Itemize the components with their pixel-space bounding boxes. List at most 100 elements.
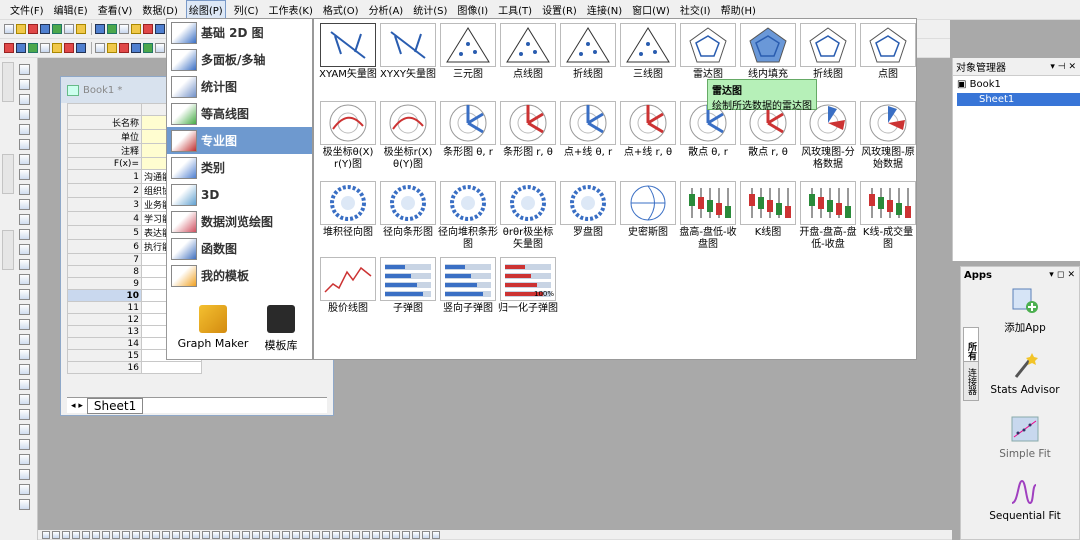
toolbar-button-icon[interactable] (95, 43, 105, 53)
toolbar-button-icon[interactable] (162, 530, 170, 539)
menu-item[interactable]: 统计(S) (411, 1, 449, 18)
row-number[interactable]: 8 (67, 265, 142, 278)
toolbar-button-icon[interactable] (402, 530, 410, 539)
row-number[interactable]: 4 (67, 211, 142, 226)
toolbar-button-icon[interactable] (40, 43, 50, 53)
tool-button-icon[interactable] (19, 139, 30, 150)
toolbar-button-icon[interactable] (372, 530, 380, 539)
tool-button-icon[interactable] (19, 319, 30, 330)
plot-type-item[interactable]: 100% 归一化子弹图 (498, 257, 558, 315)
plot-type-item[interactable]: 条形图 θ, r (438, 101, 498, 159)
plot-type-item[interactable]: 三线图 (618, 23, 678, 81)
left-tools-toolbar[interactable] (0, 58, 38, 540)
toolbar-button-icon[interactable] (262, 530, 270, 539)
toolbar-button-icon[interactable] (142, 530, 150, 539)
apps-panel[interactable]: Apps ▾ ◻ ✕ 所有 连接器 添加App Stats Advisor Sim… (960, 266, 1080, 540)
plot-type-item[interactable]: 盘高-盘低-收盘图 (678, 181, 738, 251)
row-number[interactable]: 7 (67, 253, 142, 266)
toolbar-button-icon[interactable] (112, 530, 120, 539)
toolbar-button-icon[interactable] (119, 24, 129, 34)
toolbar-button-icon[interactable] (4, 43, 14, 53)
plot-category-item[interactable]: 等高线图 (167, 100, 312, 127)
toolbar-button-icon[interactable] (16, 43, 26, 53)
plot-type-item[interactable]: θrθr极坐标矢量图 (498, 181, 558, 251)
plot-type-item[interactable]: 条形图 r, θ (498, 101, 558, 159)
plot-type-item[interactable]: 极坐标r(X) θ(Y)图 (378, 101, 438, 171)
toolbar-button-icon[interactable] (131, 43, 141, 53)
toolbar-button-icon[interactable] (42, 530, 50, 539)
tool-button-icon[interactable] (19, 169, 30, 180)
plot-type-item[interactable]: 三元图 (438, 23, 498, 81)
toolbar-button-icon[interactable] (40, 24, 50, 34)
app-simple-fit[interactable]: Simple Fit (985, 415, 1065, 460)
plot-type-item[interactable]: 折线图 (558, 23, 618, 81)
plot-category-item[interactable]: 函数图 (167, 235, 312, 262)
app-add[interactable]: 添加App (985, 287, 1065, 335)
toolbar-button-icon[interactable] (95, 24, 105, 34)
toolbar-button-icon[interactable] (28, 43, 38, 53)
plot-category-item[interactable]: 多面板/多轴 (167, 46, 312, 73)
toolbar-button-icon[interactable] (232, 530, 240, 539)
menu-item[interactable]: 设置(R) (540, 1, 579, 18)
tool-button-icon[interactable] (19, 94, 30, 105)
tree-item-book[interactable]: ▣ Book1 (953, 76, 1080, 93)
tool-button-icon[interactable] (19, 454, 30, 465)
toolbar-button-icon[interactable] (4, 24, 14, 34)
tool-button-icon[interactable] (19, 349, 30, 360)
row-number[interactable]: 5 (67, 225, 142, 240)
row-number[interactable]: 13 (67, 325, 142, 338)
plot-category-item[interactable]: 专业图 (167, 127, 312, 154)
menu-item[interactable]: 社交(I) (678, 1, 713, 18)
apps-panel-controls[interactable]: ▾ ◻ ✕ (1049, 270, 1075, 280)
plot-type-item[interactable]: 点+线 θ, r (558, 101, 618, 159)
toolbar-button-icon[interactable] (92, 530, 100, 539)
toolbar-button-icon[interactable] (392, 530, 400, 539)
row-number[interactable]: 11 (67, 301, 142, 314)
tool-button-icon[interactable] (19, 259, 30, 270)
menu-item[interactable]: 格式(O) (321, 1, 361, 18)
toolbar-button-icon[interactable] (155, 24, 165, 34)
tool-button-icon[interactable] (19, 154, 30, 165)
plot-category-item[interactable]: 基础 2D 图 (167, 19, 312, 46)
toolbar-button-icon[interactable] (432, 530, 440, 539)
hint-log-tab[interactable] (2, 230, 14, 270)
menu-item[interactable]: 查看(V) (96, 1, 135, 18)
toolbar-button-icon[interactable] (107, 43, 117, 53)
message-log-tab[interactable] (2, 154, 14, 194)
toolbar-button-icon[interactable] (292, 530, 300, 539)
tool-button-icon[interactable] (19, 124, 30, 135)
row-number[interactable]: 9 (67, 277, 142, 290)
plot-category-item[interactable]: 数据浏览绘图 (167, 208, 312, 235)
row-number-selected[interactable]: 10 (67, 289, 142, 302)
toolbar-button-icon[interactable] (143, 24, 153, 34)
tool-button-icon[interactable] (19, 289, 30, 300)
plot-type-item[interactable]: 风玫瑰图-原始数据 (858, 101, 918, 171)
plot-type-item[interactable]: 开盘-盘高-盘低-收盘 (798, 181, 858, 251)
toolbar-button-icon[interactable] (172, 530, 180, 539)
tool-button-icon[interactable] (19, 469, 30, 480)
tab-connectors[interactable]: 连接器 (963, 361, 979, 401)
toolbar-button-icon[interactable] (132, 530, 140, 539)
menu-item[interactable]: 数据(D) (140, 1, 180, 18)
toolbar-button-icon[interactable] (202, 530, 210, 539)
plot-type-item[interactable]: XYAM矢量图 (318, 23, 378, 81)
toolbar-button-icon[interactable] (143, 43, 153, 53)
tool-button-icon[interactable] (19, 379, 30, 390)
menu-item[interactable]: 绘图(P) (185, 0, 226, 19)
template-library-button[interactable]: 模板库 (255, 305, 307, 353)
toolbar-button-icon[interactable] (155, 43, 165, 53)
toolbar-button-icon[interactable] (62, 530, 70, 539)
toolbar-button-icon[interactable] (52, 43, 62, 53)
toolbar-button-icon[interactable] (28, 24, 38, 34)
plot-type-item[interactable]: 径向条形图 (378, 181, 438, 239)
menu-item[interactable]: 帮助(H) (719, 1, 758, 18)
cell[interactable] (141, 361, 202, 374)
project-explorer-tab[interactable] (2, 62, 14, 102)
row-number[interactable]: 1 (67, 169, 142, 184)
toolbar-button-icon[interactable] (192, 530, 200, 539)
bottom-toolbar[interactable] (38, 530, 952, 540)
toolbar-button-icon[interactable] (352, 530, 360, 539)
pin-icon[interactable]: ▾ ⊣ ✕ (1050, 62, 1076, 72)
plot-type-item[interactable]: XYXY矢量图 (378, 23, 438, 81)
plot-type-item[interactable]: 子弹图 (378, 257, 438, 315)
